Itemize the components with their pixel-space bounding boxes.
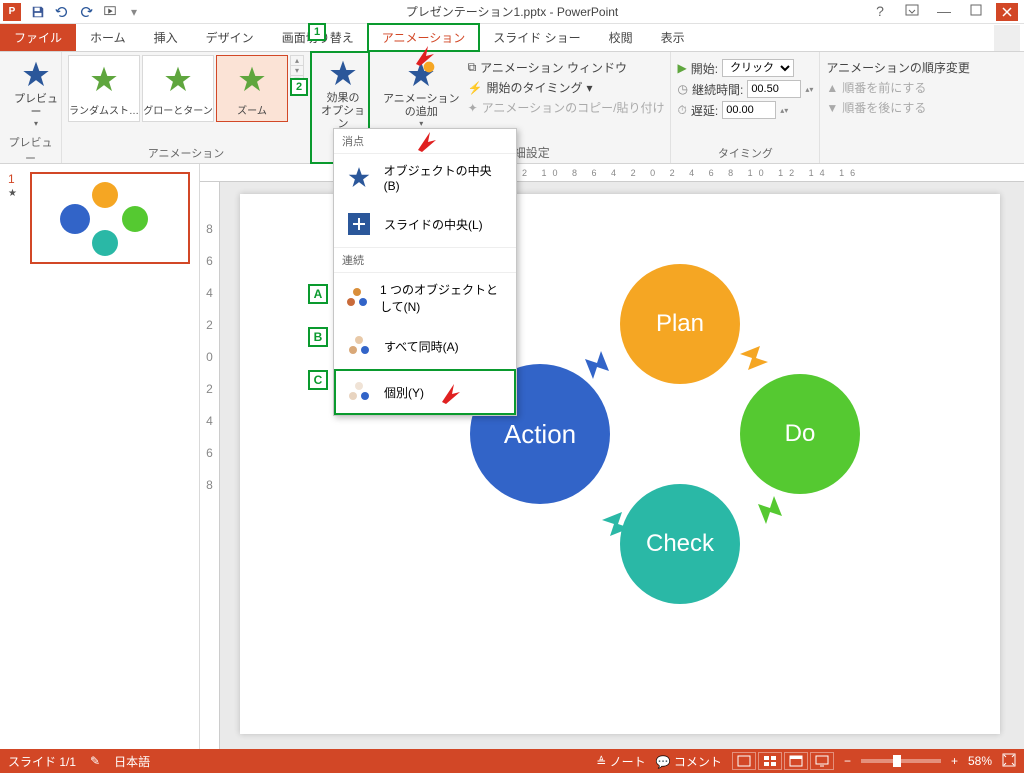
callout-2: 2 [290,78,308,96]
maximize-icon[interactable] [964,3,988,21]
callout-1: 1 [308,23,326,41]
comments-button[interactable]: 💬 コメント [656,753,722,770]
thumb-anim-star-icon: ★ [8,188,17,199]
option-one-by-one[interactable]: 個別(Y) [334,369,516,415]
window-title: プレゼンテーション1.pptx - PowerPoint [406,3,618,20]
star-icon [344,163,374,193]
option-slide-center[interactable]: スライドの中央(L) [334,201,516,247]
red-cursor-arrow-icon [414,44,436,66]
option-object-center[interactable]: オブジェクトの中央(B) [334,154,516,201]
star-icon [232,60,272,100]
spellcheck-icon[interactable]: ✎ [90,754,100,768]
painter-icon: ✦ [468,101,478,115]
dots-cluster-icon [344,283,370,313]
dots-row-icon [344,331,374,361]
group-animation: アニメーション [68,143,304,163]
thumb-number: 1 [8,172,15,186]
effect-options-star-icon [327,58,359,90]
notes-button[interactable]: ≜ ノート [596,753,645,770]
smartart-check-circle[interactable]: Check [620,484,740,604]
tab-slideshow[interactable]: スライド ショー [479,24,594,51]
start-from-beginning-icon[interactable] [100,2,120,22]
tab-insert[interactable]: 挿入 [140,24,192,51]
group-preview: プレビュー [6,132,55,168]
arrow-icon [750,494,784,528]
option-as-one-object[interactable]: 1 つのオブジェクトとして(N) [334,273,516,323]
reading-view-icon[interactable] [784,752,808,770]
dots-sequence-icon [344,377,374,407]
smartart-plan-circle[interactable]: Plan [620,264,740,384]
star-icon [84,60,124,100]
arrow-icon [585,349,619,383]
close-icon[interactable] [996,3,1018,21]
dropdown-section-sequence: 連続 [334,247,516,273]
preview-star-icon [20,59,52,91]
zoom-slider[interactable] [861,759,941,763]
arrow-icon [600,504,634,538]
arrow-icon [738,344,772,378]
duration-icon: ◷ [677,82,687,96]
zoom-value[interactable]: 58% [968,754,992,768]
undo-icon[interactable] [52,2,72,22]
help-icon[interactable]: ? [868,3,892,21]
fit-to-window-icon[interactable] [1002,753,1016,770]
red-cursor-arrow-icon [416,130,438,152]
save-icon[interactable] [28,2,48,22]
slideshow-view-icon[interactable] [810,752,834,770]
qat-customize-icon[interactable]: ▾ [124,2,144,22]
sorter-view-icon[interactable] [758,752,782,770]
duration-input[interactable] [747,80,801,98]
down-arrow-icon: ▼ [826,101,838,115]
gallery-up-icon[interactable]: ▴ [291,56,303,65]
smartart-do-circle[interactable]: Do [740,374,860,494]
slide-thumbnail[interactable] [30,172,190,264]
gallery-down-icon[interactable]: ▾ [291,65,303,75]
tab-design[interactable]: デザイン [192,24,268,51]
group-timing: タイミング [677,143,813,163]
plus-square-icon [344,209,374,239]
status-language[interactable]: 日本語 [114,753,150,770]
app-icon: P [3,3,21,21]
start-select[interactable]: クリック時 [722,59,794,77]
move-later-button: ▼順番を後にする [826,99,970,116]
ruler-horizontal: 16 14 12 10 8 6 4 2 0 2 4 6 8 10 12 14 1… [200,164,1024,182]
start-play-icon: ▶ [677,61,686,75]
tab-view[interactable]: 表示 [647,24,699,51]
ribbon-options-icon[interactable] [900,3,924,21]
reorder-title: アニメーションの順序変更 [826,59,970,76]
anim-zoom[interactable]: ズーム [216,55,288,122]
user-icon[interactable] [994,25,1020,51]
callout-b: B [308,327,328,347]
preview-button[interactable]: プレビュー ▾ [6,55,66,132]
anim-glow-turn[interactable]: グローとターン [142,55,214,122]
tab-home[interactable]: ホーム [76,24,140,51]
minimize-icon[interactable]: — [932,3,956,21]
add-animation-button[interactable]: アニメーション の追加 ▾ [375,55,468,132]
trigger-button[interactable]: ⚡開始のタイミング ▾ [468,79,665,96]
delay-input[interactable] [722,101,776,119]
move-earlier-button: ▲順番を前にする [826,79,970,96]
delay-icon: ⏱ [677,103,686,118]
star-icon [158,60,198,100]
redo-icon[interactable] [76,2,96,22]
up-arrow-icon: ▲ [826,81,838,95]
tab-file[interactable]: ファイル [0,24,76,51]
zoom-in-icon[interactable]: + [951,754,958,768]
trigger-icon: ⚡ [468,81,483,95]
status-slide-number: スライド 1/1 [8,753,76,770]
pane-icon: ⧉ [468,60,477,75]
zoom-out-icon[interactable]: − [844,754,851,768]
animation-painter-button: ✦アニメーションのコピー/貼り付け [468,99,665,116]
tab-review[interactable]: 校閲 [595,24,647,51]
red-cursor-arrow-icon [440,382,462,404]
callout-c: C [308,370,328,390]
callout-a: A [308,284,328,304]
option-all-at-once[interactable]: すべて同時(A) [334,323,516,369]
animation-pane-button[interactable]: ⧉アニメーション ウィンドウ [468,59,665,76]
normal-view-icon[interactable] [732,752,756,770]
anim-random-stripes[interactable]: ランダムスト… [68,55,140,122]
effect-options-dropdown: 消点 オブジェクトの中央(B) スライドの中央(L) 連続 1 つのオブジェクト… [333,128,517,416]
ruler-vertical: 864202468 [200,182,220,749]
